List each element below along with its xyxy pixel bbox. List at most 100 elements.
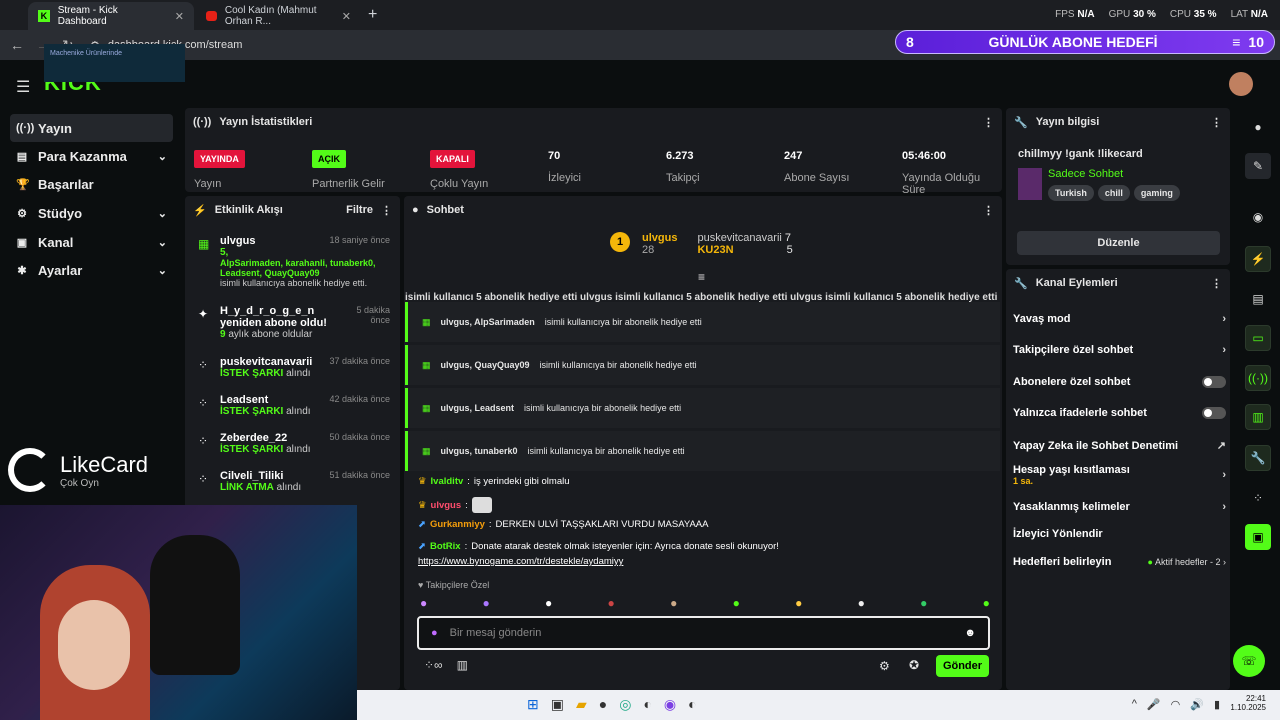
emoji-icon[interactable]: ☻ [964, 627, 976, 639]
chat-message: ⬈ BotRix: Donate atarak destek olmak ist… [418, 541, 779, 552]
sidebar-item-basarilar[interactable]: 🏆 Başarılar [10, 170, 173, 198]
chat-username[interactable]: Gurkanmiyy [430, 519, 485, 530]
emote-icon[interactable]: ● [608, 596, 615, 610]
app-icon[interactable]: ◐ [643, 696, 651, 713]
subscribers-only-toggle[interactable] [1202, 376, 1226, 388]
chat-link[interactable]: https://www.bynogame.com/tr/destekle/ayd… [418, 556, 623, 567]
sidebar-item-kanal[interactable]: ▣ Kanal ⌄ [10, 228, 173, 256]
lightning-icon[interactable]: ⚡ [1245, 246, 1271, 272]
broadcast-icon: ((·)) [16, 122, 35, 134]
chat-message: ⬈ Gurkanmiyy: DERKEN ULVİ TAŞŞAKLARI VUR… [418, 519, 709, 530]
edit-button[interactable]: Düzenle [1017, 231, 1220, 255]
chevron-down-icon: ⌄ [157, 207, 167, 220]
layout-icon[interactable]: ▥ [1245, 404, 1271, 430]
game-icon[interactable]: ▣ [1245, 524, 1271, 550]
followers-chat-row[interactable]: Takipçilere özel sohbet › [1013, 344, 1226, 356]
tab-close-icon[interactable]: ✕ [342, 10, 351, 23]
mod-icon[interactable]: ✪ [909, 658, 919, 672]
info-icon[interactable]: ● [1245, 114, 1271, 140]
account-age-row[interactable]: Hesap yaşı kısıtlaması 1 sa. › [1013, 464, 1226, 486]
tab-youtube[interactable]: Cool Kadın (Mahmut Orhan R... ✕ [196, 2, 361, 30]
chat-message: ♛ ulvgus: [418, 497, 492, 513]
sidebar-item-studyo[interactable]: ⚙ Stüdyo ⌄ [10, 199, 173, 227]
wifi-icon[interactable]: ◠ [1171, 698, 1181, 711]
start-icon[interactable]: ⊞ [527, 696, 539, 713]
camera-icon[interactable]: ◉ [1245, 204, 1271, 230]
wrench-icon[interactable]: 🔧 [1245, 445, 1271, 471]
new-tab-icon[interactable]: + [368, 6, 377, 24]
send-button[interactable]: Gönder [936, 655, 989, 677]
chevron-down-icon: ⌄ [157, 150, 167, 163]
more-icon[interactable]: ⋮ [983, 204, 994, 217]
banned-words-row[interactable]: Yasaklanmış kelimeler › [1013, 501, 1226, 513]
settings-icon: ✱ [17, 264, 27, 277]
user-avatar[interactable] [1229, 72, 1253, 96]
document-icon[interactable]: ▤ [1245, 286, 1271, 312]
activity-item: ⁘ Cilveli_Tiliki LİNK ATMA alındı 51 daki… [198, 470, 390, 493]
settings-icon[interactable]: ⚙ [879, 659, 890, 673]
emote-icon[interactable]: ● [733, 596, 740, 610]
menu-icon[interactable]: ☰ [16, 77, 30, 97]
app-icon[interactable]: ◐ [688, 696, 696, 713]
chat-username[interactable]: BotRix [430, 541, 461, 552]
subscriber-goal-banner: 8 GÜNLÜK ABONE HEDEFİ ≡ 10 [895, 30, 1275, 54]
youtube-favicon-icon [206, 11, 217, 21]
back-icon[interactable]: ← [10, 37, 24, 53]
chrome-icon[interactable]: ◎ [619, 696, 631, 713]
browser-tab-bar: K Stream - Kick Dashboard ✕ Cool Kadın (… [0, 0, 1280, 30]
store-icon[interactable]: ▥ [457, 658, 468, 672]
points-icon[interactable]: ⁘∞ [424, 658, 443, 672]
more-icon[interactable]: ⋮ [381, 204, 392, 217]
chat-input[interactable]: ● Bir mesaj gönderin ☻ [417, 616, 990, 650]
gift-icon: ▦ [422, 445, 431, 456]
chat-username[interactable]: ulvgus [431, 500, 462, 511]
category-link[interactable]: Sadece Sohbet [1048, 168, 1123, 180]
tray-chevron-icon[interactable]: ^ [1132, 698, 1137, 711]
emote-icon[interactable]: ● [858, 596, 865, 610]
gift-icon: ▦ [198, 237, 210, 251]
support-icon[interactable]: ☏ [1233, 645, 1265, 677]
emote-only-toggle[interactable] [1202, 407, 1226, 419]
slow-mode-row[interactable]: Yavaş mod › [1013, 313, 1226, 325]
battery-icon[interactable]: ▮ [1214, 698, 1220, 711]
app-icon[interactable]: ● [599, 696, 607, 713]
more-icon[interactable]: ⋮ [983, 116, 994, 129]
ai-moderation-row[interactable]: Yapay Zeka ile Sohbet Denetimi ↗ [1013, 439, 1226, 453]
stat-abone: 247 Abone Sayısı [784, 150, 850, 184]
chat-icon[interactable]: ▭ [1245, 325, 1271, 351]
filter-button[interactable]: Filtre [346, 204, 373, 216]
emote-icon[interactable]: ● [483, 596, 490, 610]
edit-icon[interactable]: ✎ [1245, 153, 1271, 179]
sidebar-item-ayarlar[interactable]: ✱ Ayarlar ⌄ [10, 256, 173, 284]
emote-icon[interactable]: ● [670, 596, 677, 610]
points-icon: ⁘ [198, 434, 209, 448]
stream-info-panel: 🔧 Yayın bilgisi ⋮ chillmyy !gank !likeca… [1006, 108, 1230, 265]
app-icon[interactable]: ◉ [664, 696, 676, 713]
points-icon[interactable]: ⁘ [1245, 485, 1271, 511]
sidebar-item-para-kazanma[interactable]: ▤ Para Kazanma ⌄ [10, 142, 173, 170]
microphone-icon[interactable]: ● [431, 627, 438, 639]
emote-icon[interactable]: ● [795, 596, 802, 610]
goals-row[interactable]: Hedefleri belirleyin ● Aktif hedefler - 2… [1013, 556, 1226, 568]
emote-icon[interactable]: ● [420, 596, 427, 610]
external-link-icon: ↗ [1216, 440, 1226, 452]
chat-username[interactable]: Ivalditv [431, 476, 464, 487]
clock[interactable]: 22:41 1.10.2025 [1230, 694, 1266, 712]
emote-icon[interactable]: ● [920, 596, 927, 610]
volume-icon[interactable]: 🔊 [1190, 698, 1204, 711]
broadcast-icon[interactable]: ((·)) [1245, 365, 1271, 391]
more-icon[interactable]: ⋮ [1211, 277, 1222, 290]
folder-icon[interactable]: ▰ [576, 696, 587, 713]
emote-icon [471, 497, 492, 513]
raid-row[interactable]: İzleyici Yönlendir [1013, 528, 1226, 540]
taskview-icon[interactable]: ▣ [551, 696, 564, 713]
collapse-icon[interactable]: ≡ [698, 270, 705, 284]
activity-header: ⚡ Etkinlik Akışı Filtre ⋮ [193, 204, 392, 217]
emote-icon[interactable]: ● [983, 596, 990, 610]
emote-icon[interactable]: ● [545, 596, 552, 610]
more-icon[interactable]: ⋮ [1211, 116, 1222, 129]
mic-icon[interactable]: 🎤 [1147, 698, 1161, 711]
tab-close-icon[interactable]: ✕ [175, 10, 184, 23]
tab-kick-dashboard[interactable]: K Stream - Kick Dashboard ✕ [28, 2, 194, 30]
sidebar-item-yayin[interactable]: ((·)) Yayın [10, 114, 173, 142]
